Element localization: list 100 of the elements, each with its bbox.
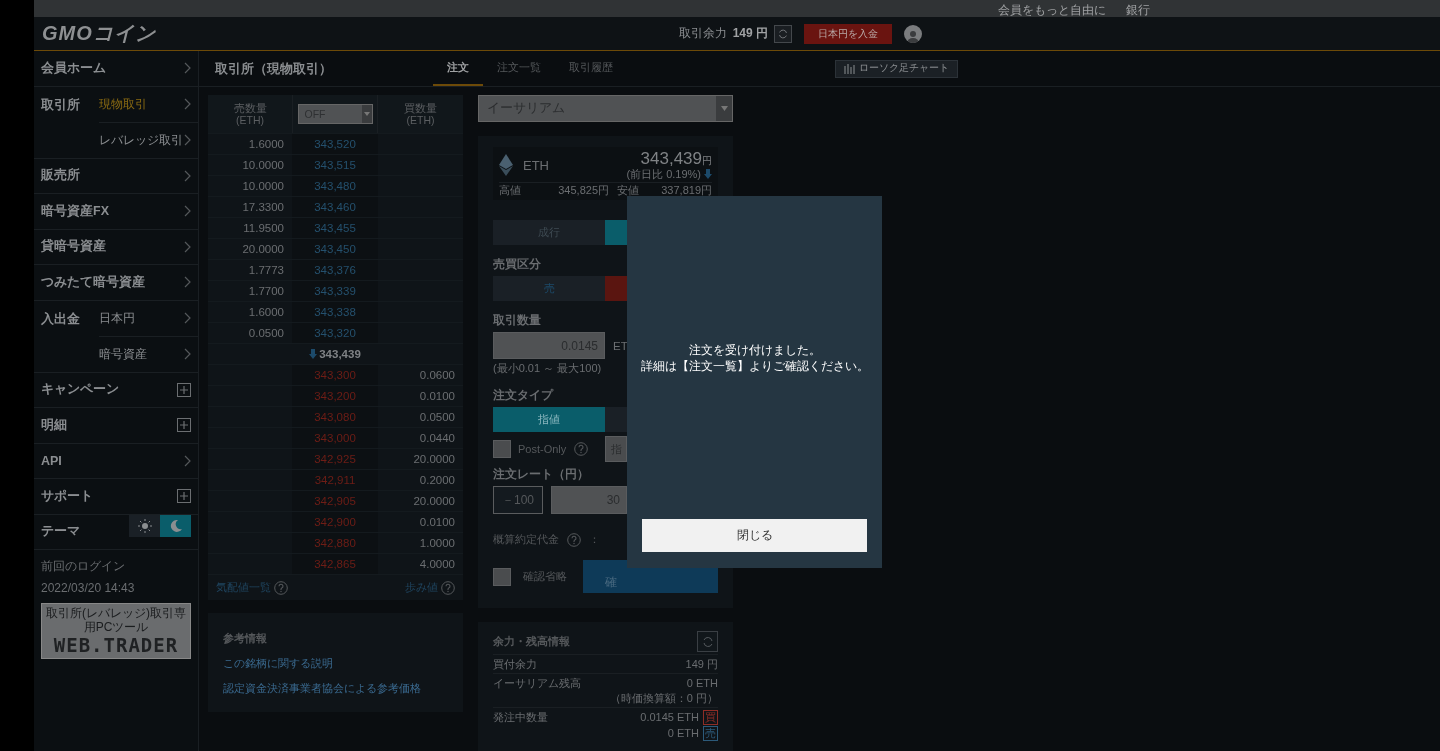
field-label: 取引数量 [493, 314, 542, 327]
rate-step-input[interactable]: －100 [493, 486, 543, 514]
sidebar-item[interactable]: 販売所 [34, 158, 198, 193]
sell-quantity-cell-text: 17.3300 [241, 200, 285, 215]
ask-price-cell[interactable]: 343,339 [292, 281, 378, 301]
checkbox[interactable] [493, 440, 511, 458]
last-login-label: 前回のログイン [41, 558, 126, 575]
bid-price-cell[interactable]: 342,880 [292, 533, 378, 553]
candlestick-chart-button[interactable]: ローソク足チャート [835, 59, 958, 78]
card-title: 余力・残高情報 [493, 634, 570, 649]
ask-price-cell[interactable]: 343,520 [292, 134, 378, 154]
buy-quantity-cell-text: 20.0000 [412, 452, 456, 467]
reference-link[interactable]: この銘柄に関する説明 [223, 656, 448, 671]
logo[interactable]: GMOコイン [42, 20, 156, 47]
buy-quantity-cell-text: 0.0500 [418, 410, 456, 425]
balance-value: 0 ETH 売 [667, 726, 718, 741]
chevron-right-icon [184, 276, 191, 289]
card-title: 参考情報 [223, 631, 268, 646]
checkbox[interactable] [493, 567, 511, 586]
help-icon[interactable] [567, 532, 581, 547]
checkbox-label: 確認省略 [523, 569, 567, 584]
bid-price-cell[interactable]: 343,200 [292, 386, 378, 406]
sidebar-label: テーマ [40, 523, 81, 541]
ethereum-icon [499, 154, 513, 176]
chevron-right-icon [184, 98, 191, 111]
sidebar-item[interactable]: 会員ホーム [34, 51, 198, 86]
sidebar-item[interactable]: 暗号資産FX [34, 194, 198, 229]
last-price: 343,439 [292, 344, 378, 364]
ask-price-cell[interactable]: 343,455 [292, 218, 378, 238]
refresh-button[interactable] [774, 24, 792, 43]
deposit-button[interactable]: 日本円を入金 [804, 23, 892, 44]
ask-price-cell[interactable]: 343,320 [292, 323, 378, 343]
close-button[interactable]: 閉じる [642, 519, 867, 552]
ask-price-cell[interactable]: 343,338 [292, 302, 378, 322]
ask-price-cell[interactable]: 343,376 [292, 260, 378, 280]
refresh-icon [778, 28, 788, 39]
page-title: 取引所（現物取引） [215, 59, 333, 78]
candlestick-icon [844, 63, 855, 74]
help-icon[interactable] [274, 580, 288, 595]
chevron-right-icon [184, 348, 191, 361]
field-label: 売買区分 [493, 258, 542, 271]
quantity-unit: ET [613, 339, 628, 352]
sun-icon[interactable] [129, 514, 160, 537]
price-change: (前日比 0.19%) [626, 168, 701, 180]
caret-down-icon [720, 106, 728, 111]
bid-price-cell[interactable]: 342,925 [292, 449, 378, 469]
sidebar-item[interactable]: つみたて暗号資産 [34, 265, 198, 300]
bid-price-cell[interactable]: 342,865 [292, 554, 378, 574]
sidebar-subitem[interactable]: 暗号資産 [99, 336, 198, 372]
sidebar-item[interactable]: 貸暗号資産 [34, 229, 198, 264]
ask-price-cell[interactable]: 343,480 [292, 176, 378, 196]
sell-tag: 売 [703, 726, 718, 741]
bid-price-cell[interactable]: 342,905 [292, 491, 378, 511]
bid-price-cell[interactable]: 343,080 [292, 407, 378, 427]
dialog-message: 注文を受け付けました。 詳細は【注文一覧】よりご確認ください。 [640, 342, 869, 374]
webtrader-banner[interactable]: 取引所(レバレッジ)取引専用PCツール WEB.TRADER [41, 603, 191, 659]
sell-quantity-cell-text: 10.0000 [241, 179, 285, 194]
trade-side-button[interactable]: 売 [493, 276, 605, 301]
sidebar-subitem[interactable]: レバレッジ取引 [99, 122, 198, 158]
quantity-range: (最小0.01 ～ 最大100) [493, 361, 603, 376]
bid-price-cell[interactable]: 343,000 [292, 428, 378, 448]
refresh-button[interactable] [697, 631, 718, 652]
reference-link[interactable]: 認定資金決済事業者協会による参考価格 [223, 681, 448, 696]
plus-icon [177, 418, 191, 433]
sidebar-item[interactable]: キャンペーン [34, 372, 198, 407]
balance-note: （時価換算額：0 円） [609, 691, 718, 706]
order-type-tab[interactable]: 指値 [493, 407, 605, 432]
column-header: 買数量 (ETH) [403, 101, 438, 128]
bid-price-cell[interactable]: 343,300 [292, 365, 378, 385]
sidebar-item[interactable]: サポート [34, 479, 198, 514]
bid-price-cell[interactable]: 342,911 [292, 470, 378, 490]
estimate-colon: ： [589, 532, 600, 547]
order-book-link[interactable]: 歩み値 [405, 580, 455, 595]
moon-icon[interactable] [160, 514, 191, 537]
help-icon[interactable] [574, 442, 589, 456]
estimate-label: 概算約定代金 [493, 532, 559, 547]
balance-value: 149 円 [685, 657, 718, 672]
avatar-icon[interactable] [904, 24, 922, 43]
tab[interactable]: 注文 [433, 51, 483, 86]
balance-value: 149 円 [732, 25, 768, 42]
buy-quantity-cell-text: 0.0600 [418, 368, 456, 383]
tab[interactable]: 取引履歴 [555, 51, 627, 86]
sidebar-item[interactable]: 明細 [34, 408, 198, 443]
ask-price-cell[interactable]: 343,515 [292, 155, 378, 175]
sidebar-subitem[interactable]: 日本円 [99, 300, 198, 336]
field-label: 注文レート（円） [493, 468, 590, 481]
sell-quantity-cell-text: 1.6000 [247, 137, 285, 152]
column-header: 売数量 (ETH) [232, 101, 268, 128]
sidebar-item[interactable]: API [34, 443, 198, 478]
top-strip-text: 銀行 [1126, 3, 1150, 17]
ask-price-cell[interactable]: 343,460 [292, 197, 378, 217]
ask-price-cell[interactable]: 343,450 [292, 239, 378, 259]
help-icon[interactable] [441, 580, 455, 595]
chevron-right-icon [184, 454, 191, 467]
top-strip-text: 会員をもっと自由に [998, 3, 1106, 17]
sell-quantity-cell-text: 20.0000 [241, 242, 285, 257]
sidebar-subitem[interactable]: 現物取引 [99, 86, 198, 122]
sell-quantity-cell-text: 11.9500 [242, 221, 285, 236]
bid-price-cell[interactable]: 342,900 [292, 512, 378, 532]
chevron-right-icon [184, 134, 191, 147]
